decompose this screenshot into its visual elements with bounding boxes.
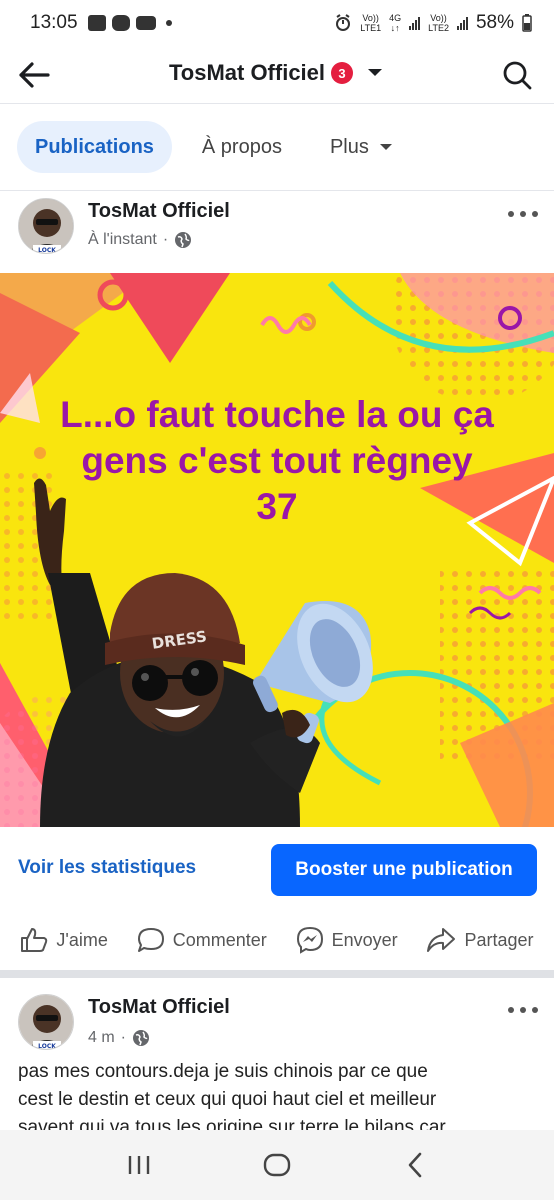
status-time: 13:05	[30, 12, 78, 33]
back-button[interactable]	[16, 58, 52, 92]
battery-icon	[522, 14, 532, 32]
recent-apps-icon	[128, 1156, 150, 1174]
signal-icon-2	[456, 16, 468, 30]
post-time: 4 m	[88, 1029, 115, 1046]
comment-button[interactable]: Commenter	[137, 927, 267, 953]
globe-icon	[133, 1030, 149, 1046]
globe-icon	[175, 232, 192, 248]
network-lte1: Vo)) LTE1	[360, 13, 382, 33]
recent-apps-button[interactable]	[109, 1140, 169, 1190]
boost-post-button[interactable]: Booster une publication	[271, 844, 537, 896]
dot-icon	[165, 20, 172, 26]
post-actions: J'aime Commenter Envoyer Partager	[0, 918, 554, 962]
tab-a-propos[interactable]: À propos	[184, 121, 300, 173]
post-header: LOCK TosMat Officiel À l'instant ·	[0, 196, 554, 266]
caret-down-icon[interactable]	[365, 66, 385, 80]
signal-icon	[409, 16, 421, 30]
post-author[interactable]: TosMat Officiel	[88, 996, 230, 1019]
system-nav-bar	[0, 1130, 554, 1200]
alarm-icon	[336, 14, 351, 31]
like-button[interactable]: J'aime	[20, 927, 108, 953]
notification-badge: 3	[331, 62, 354, 84]
search-icon	[503, 61, 532, 90]
caret-down-icon	[379, 144, 392, 150]
battery-level: 58%	[475, 12, 514, 33]
avatar[interactable]: LOCK	[18, 198, 74, 254]
post-separator	[0, 970, 554, 978]
avatar[interactable]: LOCK	[18, 994, 74, 1050]
svg-text:LOCK: LOCK	[38, 247, 56, 254]
messenger-icon	[111, 15, 130, 31]
page-tabs: Publications À propos Plus	[17, 121, 411, 173]
chevron-left-icon	[408, 1152, 422, 1178]
messenger-icon	[296, 926, 323, 954]
like-icon	[21, 928, 48, 952]
post-author[interactable]: TosMat Officiel	[88, 200, 230, 223]
post-header-2: LOCK TosMat Officiel 4 m ·	[0, 990, 554, 1060]
send-button[interactable]: Envoyer	[296, 926, 398, 954]
network-4g: 4G ↓↑	[389, 13, 402, 33]
view-statistics-link[interactable]: Voir les statistiques	[18, 857, 196, 879]
post-more-button[interactable]	[508, 204, 538, 224]
post-meta: À l'instant ·	[88, 231, 192, 249]
system-back-button[interactable]	[385, 1140, 445, 1190]
gallery-icon	[87, 15, 106, 31]
page-header: TosMat Officiel 3	[0, 46, 554, 104]
tab-publications[interactable]: Publications	[17, 121, 172, 173]
comment-icon	[137, 928, 164, 952]
divider	[0, 190, 554, 191]
search-button[interactable]	[500, 58, 534, 92]
post-time: À l'instant	[88, 231, 157, 248]
share-icon	[427, 928, 456, 952]
home-icon	[263, 1153, 291, 1177]
post-text: pas mes contours.deja je suis chinois pa…	[18, 1061, 446, 1130]
share-button[interactable]: Partager	[426, 927, 534, 953]
network-lte2: Vo)) LTE2	[428, 13, 449, 33]
home-button[interactable]	[247, 1140, 307, 1190]
post-image-caption: L...o faut touche la ou ça gens c'est to…	[60, 394, 494, 527]
page-title[interactable]: TosMat Officiel	[169, 60, 325, 86]
post-more-button[interactable]	[508, 1000, 538, 1020]
post-image[interactable]: DRESS	[0, 273, 554, 827]
youtube-icon	[135, 16, 156, 30]
status-bar: 13:05 Vo)) LTE1 4G ↓↑ Vo)) LTE2 58%	[0, 0, 554, 46]
back-arrow-icon	[19, 62, 50, 88]
tab-plus[interactable]: Plus	[312, 121, 411, 173]
svg-text:LOCK: LOCK	[38, 1043, 56, 1050]
post-meta: 4 m ·	[88, 1029, 150, 1047]
